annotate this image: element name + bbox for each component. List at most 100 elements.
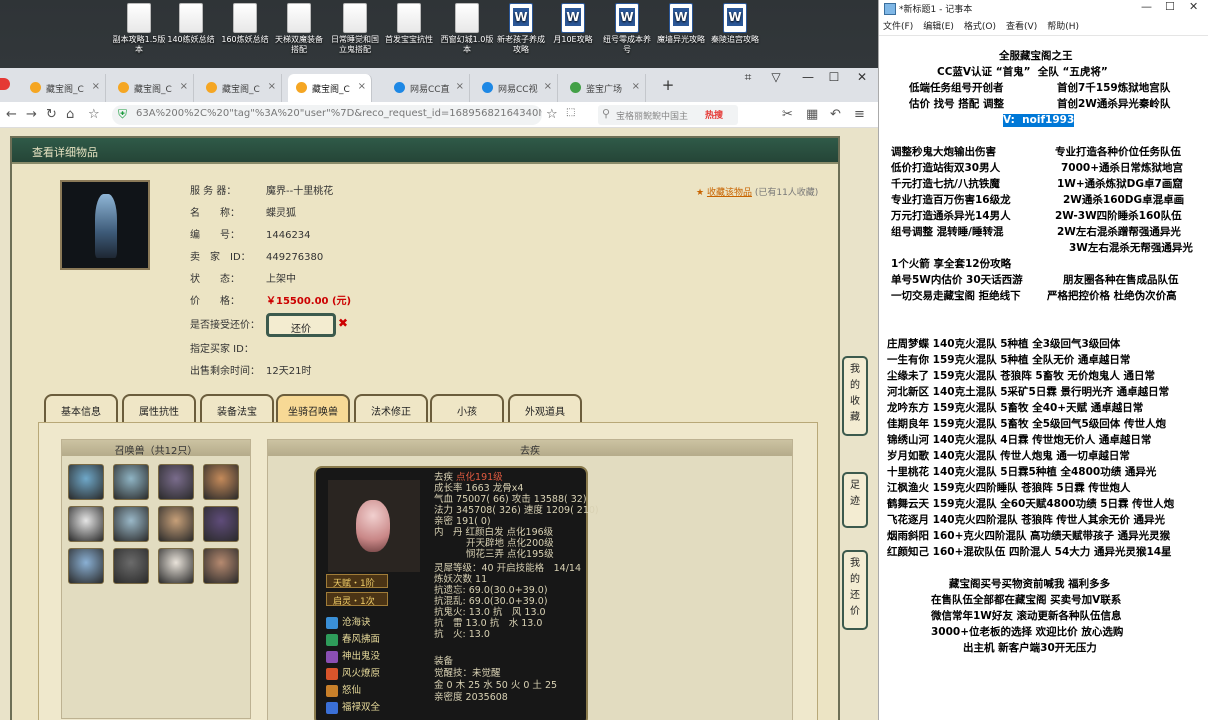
close-window-icon[interactable]: ✕	[1189, 0, 1198, 13]
back-icon[interactable]: ←	[6, 107, 17, 122]
cut-icon[interactable]: ✂	[782, 107, 793, 122]
desktop-icon[interactable]: 月10E攻略	[546, 3, 600, 45]
counter-offer-button[interactable]: 还价	[266, 313, 336, 337]
text-file-icon	[455, 3, 479, 33]
summon-thumbnail[interactable]	[203, 464, 239, 500]
notepad-line: 河北新区 140克土混队 5采矿5日霖 景行明光齐 通卓越日常	[887, 386, 1170, 398]
summon-thumbnail[interactable]	[68, 506, 104, 542]
desktop-icon[interactable]: 天梯双魔装备搭配	[272, 3, 326, 55]
desktop-icon[interactable]: 140练妖总结	[164, 3, 218, 45]
summon-thumbnail[interactable]	[113, 548, 149, 584]
pet-mp: 法力 345708( 326) 速度 1209( 210)	[434, 505, 599, 516]
maximize-icon[interactable]: ☐	[1165, 0, 1175, 13]
side-button[interactable]: 我的收藏	[842, 356, 868, 436]
side-button[interactable]: 足迹	[842, 472, 868, 528]
skill-item[interactable]: 福禄双全	[326, 699, 380, 714]
summon-thumbnail[interactable]	[203, 548, 239, 584]
desktop-icon[interactable]: 首发宝宝抗性	[382, 3, 436, 45]
notepad-line: 锦绣山河 140克火混队 4日霖 传世炮无价人 通卓越日常	[887, 434, 1152, 446]
close-window-icon[interactable]: ✕	[850, 70, 874, 84]
desktop-icon[interactable]: 秦陵追宫攻略	[708, 3, 762, 45]
window-menu-icon[interactable]: ⌗	[736, 70, 760, 85]
favorite-link[interactable]: ★ 收藏该物品 (已有11人收藏)	[696, 185, 818, 198]
notepad-menu-item[interactable]: 文件(F)	[883, 22, 913, 32]
summon-thumbnail[interactable]	[203, 506, 239, 542]
undo-icon[interactable]: ↶	[830, 107, 841, 122]
summon-thumbnail[interactable]	[158, 506, 194, 542]
notepad-text-area[interactable]: 全服藏宝阁之王 CC蓝V认证 “首鬼” 全队 “五虎将” 低端任务组号开创者 首创7千…	[879, 36, 1208, 720]
info-row: 价 格： ￥15500.00 (元)	[190, 292, 351, 307]
tools-icon[interactable]: ⬚	[566, 107, 575, 118]
desktop-icon[interactable]: 魔墙异光攻略	[654, 3, 708, 45]
browser-tab[interactable]: 藏宝阁_C ×	[22, 74, 106, 102]
maximize-icon[interactable]: ☐	[822, 70, 846, 84]
notepad-line: 严格把控价格 杜绝伪次价高	[1047, 290, 1177, 302]
summon-thumbnail[interactable]	[113, 506, 149, 542]
tab-close-icon[interactable]: ×	[180, 81, 188, 92]
skill-item[interactable]: 风火燎原	[326, 665, 380, 680]
skill-item[interactable]: 神出鬼没	[326, 648, 380, 663]
skill-item[interactable]: 沧海诀	[326, 614, 371, 629]
desktop-icon[interactable]: 西窗幻城1.0版本	[440, 3, 494, 55]
bookmark-star-icon[interactable]: ☆	[88, 107, 100, 122]
remaining-time-row: 出售剩余时间： 12天21时	[190, 362, 311, 377]
detail-tab[interactable]: 外观道具	[508, 394, 582, 422]
summon-thumbnail[interactable]	[158, 548, 194, 584]
detail-tab[interactable]: 属性抗性	[122, 394, 196, 422]
new-tab-button[interactable]: +	[656, 76, 680, 94]
favorite-star-icon[interactable]: ☆	[546, 107, 558, 122]
minimize-icon[interactable]: —	[796, 70, 820, 84]
home-icon[interactable]: ⌂	[66, 107, 74, 122]
summon-thumbnail[interactable]	[113, 464, 149, 500]
detail-tab[interactable]: 基本信息	[44, 394, 118, 422]
desktop-icon[interactable]: 日常睡觉和国立鬼搭配	[328, 3, 382, 55]
summon-thumbnail[interactable]	[158, 464, 194, 500]
browser-tab-label: 藏宝阁_C	[46, 85, 84, 95]
browser-tab[interactable]: 网易CC视 ×	[474, 74, 558, 102]
desktop-icon[interactable]: 新老孩子养成攻略	[494, 3, 548, 55]
pet-equip: 装备	[434, 656, 454, 667]
skill-icon	[326, 701, 338, 714]
desktop-icon[interactable]: 160炼妖总结	[218, 3, 272, 45]
summon-thumbnail[interactable]	[68, 464, 104, 500]
desktop-icon[interactable]: 副本攻略1.5版本	[112, 3, 166, 55]
tab-close-icon[interactable]: ×	[92, 81, 100, 92]
secure-shield-icon: ⛨	[118, 107, 128, 121]
tab-close-icon[interactable]: ×	[268, 81, 276, 92]
notepad-menu-item[interactable]: 编辑(E)	[923, 22, 954, 32]
detail-tab[interactable]: 装备法宝	[200, 394, 274, 422]
panel-header: 查看详细物品	[12, 138, 838, 164]
skin-icon[interactable]: ▽	[764, 70, 788, 84]
minimize-icon[interactable]: —	[1141, 0, 1152, 13]
pet-res-1: 抗遗忘: 69.0(30.0+39.0)	[434, 585, 548, 596]
browser-tab[interactable]: 藏宝阁_C ×	[288, 74, 372, 102]
side-button[interactable]: 我的还价	[842, 550, 868, 630]
summon-thumbnail[interactable]	[68, 548, 104, 584]
hot-search-label[interactable]: 热搜	[705, 108, 723, 121]
grid-icon[interactable]: ▦	[806, 107, 818, 122]
menu-icon[interactable]: ≡	[854, 107, 865, 122]
close-icon[interactable]: ✖	[338, 316, 348, 330]
address-bar[interactable]: ⛨ 63A%200%2C%20"tag"%3A%20"user"%7D&reco…	[112, 105, 542, 125]
tab-close-icon[interactable]: ×	[544, 81, 552, 92]
tab-close-icon[interactable]: ×	[456, 81, 464, 92]
detail-tab[interactable]: 小孩	[430, 394, 504, 422]
reload-icon[interactable]: ↻	[46, 107, 57, 122]
skill-item[interactable]: 怒仙	[326, 682, 361, 697]
browser-tab[interactable]: 藏宝阁_C ×	[110, 74, 194, 102]
browser-tab[interactable]: 鉴宝广场 ×	[562, 74, 646, 102]
tab-content: 召唤兽（共12只） 去疾 去疾 点化191级 成长率 1663 龙骨x4 气血 …	[38, 422, 818, 720]
browser-tab[interactable]: 藏宝阁_C ×	[198, 74, 282, 102]
desktop-icon[interactable]: 纽号零成本养号	[600, 3, 654, 55]
browser-tab[interactable]: 网易CC直 ×	[386, 74, 470, 102]
forward-icon[interactable]: →	[26, 107, 37, 122]
notepad-menu-item[interactable]: 格式(O)	[964, 22, 996, 32]
tab-close-icon[interactable]: ×	[632, 81, 640, 92]
detail-tab[interactable]: 坐骑召唤兽	[276, 394, 350, 422]
notepad-line: 调整秒鬼大炮输出伤害	[891, 146, 996, 158]
skill-item[interactable]: 春风拂面	[326, 631, 380, 646]
notepad-menu-item[interactable]: 帮助(H)	[1047, 22, 1079, 32]
detail-tab[interactable]: 法术修正	[354, 394, 428, 422]
tab-close-icon[interactable]: ×	[358, 81, 366, 92]
notepad-menu-item[interactable]: 查看(V)	[1006, 22, 1037, 32]
